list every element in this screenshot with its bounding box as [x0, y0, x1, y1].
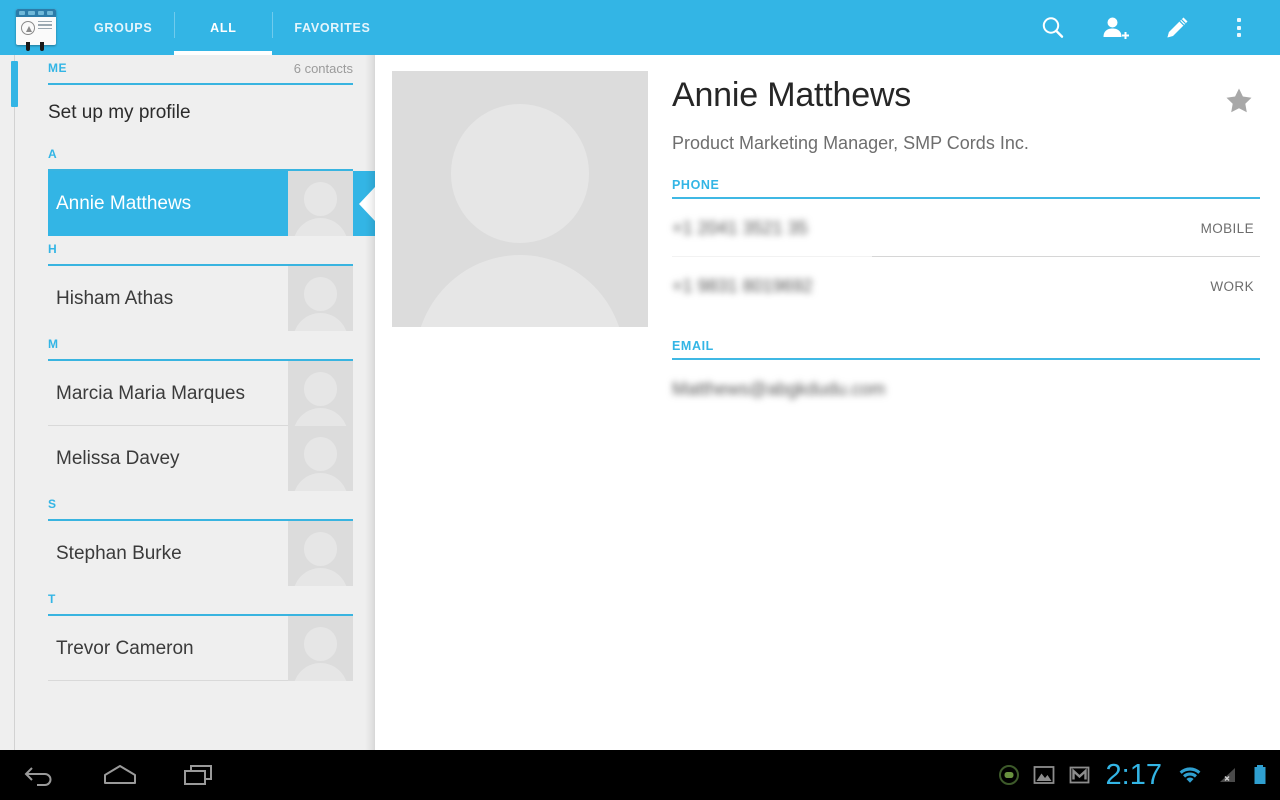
- tab-favorites-label: FAVORITES: [294, 20, 371, 35]
- phone-section-header: PHONE: [672, 178, 1260, 199]
- contact-avatar: [288, 361, 353, 426]
- section-header-a-label: A: [48, 147, 58, 161]
- section-header-a: A: [48, 141, 353, 171]
- edit-pencil-icon: [1167, 17, 1188, 37]
- system-navigation-bar: 2:17: [0, 750, 1280, 800]
- system-status-tray: 2:17: [998, 750, 1280, 800]
- contacts-app-screen: GROUPS ALL FAVORITES ME 6 contacts Set u…: [0, 0, 1280, 800]
- status-bar-clock: 2:17: [1105, 758, 1162, 791]
- home-button[interactable]: [80, 750, 160, 800]
- contact-row-marcia-maria-marques[interactable]: Marcia Maria Marques: [48, 361, 353, 426]
- contact-row-annie-matthews[interactable]: Annie Matthews: [48, 171, 375, 236]
- contact-avatar: [288, 266, 353, 331]
- action-bar: GROUPS ALL FAVORITES: [0, 0, 1280, 55]
- recent-apps-button[interactable]: [160, 750, 240, 800]
- section-header-m-label: M: [48, 337, 59, 351]
- phone-row-work[interactable]: +1 9831 8019692 WORK: [672, 257, 1260, 315]
- contacts-app-icon[interactable]: [12, 6, 60, 51]
- contact-row-trevor-cameron[interactable]: Trevor Cameron: [48, 616, 353, 681]
- section-header-h-label: H: [48, 242, 58, 256]
- phone-type-label: WORK: [1210, 278, 1254, 294]
- overflow-menu-icon: [1237, 18, 1241, 37]
- section-header-s-label: S: [48, 497, 57, 511]
- contact-detail-name: Annie Matthews: [672, 76, 912, 114]
- selected-pointer-icon: [353, 171, 375, 236]
- section-header-h: H: [48, 236, 353, 266]
- back-arrow-icon: [24, 767, 52, 786]
- star-icon: [1226, 88, 1252, 113]
- contact-list-pane: ME 6 contacts Set up my profile A Annie …: [0, 55, 375, 750]
- contact-row-melissa-davey[interactable]: Melissa Davey: [48, 426, 353, 491]
- set-up-my-profile-label: Set up my profile: [48, 102, 191, 123]
- contact-detail-pane: Annie Matthews Product Marketing Manager…: [375, 55, 1280, 750]
- tab-all-label: ALL: [210, 20, 237, 35]
- edit-contact-button[interactable]: [1146, 0, 1208, 55]
- contact-name: Hisham Athas: [56, 287, 174, 309]
- contact-avatar: [288, 426, 353, 491]
- wifi-status-icon: [1178, 765, 1202, 785]
- contact-name: Melissa Davey: [56, 447, 180, 469]
- contact-avatar: [288, 521, 353, 586]
- app-icon-card-topbar: [16, 8, 56, 17]
- contact-name: Stephan Burke: [56, 542, 182, 564]
- app-icon-textlines: [38, 20, 52, 32]
- android-logo-icon: [21, 20, 35, 35]
- contact-detail-content: Annie Matthews Product Marketing Manager…: [672, 55, 1260, 418]
- contact-list: ME 6 contacts Set up my profile A Annie …: [0, 55, 375, 681]
- contacts-count: 6 contacts: [293, 61, 353, 76]
- contact-name: Trevor Cameron: [56, 637, 194, 659]
- add-contact-icon: [1103, 17, 1129, 39]
- gmail-notification-icon[interactable]: [1069, 765, 1090, 785]
- tab-favorites[interactable]: FAVORITES: [272, 0, 392, 55]
- overflow-menu-button[interactable]: [1208, 0, 1270, 55]
- message-notification-icon[interactable]: [998, 765, 1019, 785]
- section-header-s: S: [48, 491, 353, 521]
- section-header-t: T: [48, 586, 353, 616]
- contact-detail-job-title: Product Marketing Manager, SMP Cords Inc…: [672, 133, 1029, 153]
- email-address-value: Matthews@abgkdudu.com: [672, 378, 886, 399]
- action-bar-actions: [1022, 0, 1280, 55]
- tab-all[interactable]: ALL: [174, 0, 273, 55]
- app-icon-legs: [26, 41, 48, 51]
- favorite-star-button[interactable]: [1220, 82, 1258, 120]
- contact-detail-avatar[interactable]: [392, 71, 648, 327]
- contact-name: Marcia Maria Marques: [56, 382, 245, 404]
- home-icon: [104, 765, 136, 784]
- section-header-m: M: [48, 331, 353, 361]
- email-row[interactable]: Matthews@abgkdudu.com: [672, 360, 1260, 418]
- recent-apps-icon: [184, 765, 212, 785]
- gallery-image-notification-icon[interactable]: [1033, 765, 1055, 785]
- tab-groups[interactable]: GROUPS: [72, 0, 174, 55]
- add-contact-button[interactable]: [1084, 0, 1146, 55]
- search-icon: [1042, 16, 1064, 38]
- phone-row-mobile[interactable]: +1 2041 3521 35 MOBILE: [672, 199, 1260, 257]
- contact-avatar: [288, 171, 353, 236]
- contact-row-hisham-athas[interactable]: Hisham Athas: [48, 266, 353, 331]
- tab-groups-label: GROUPS: [94, 20, 153, 35]
- section-header-me: ME 6 contacts: [48, 55, 353, 85]
- contact-avatar: [288, 616, 353, 681]
- contact-name: Annie Matthews: [56, 192, 192, 214]
- section-header-t-label: T: [48, 592, 56, 606]
- back-button[interactable]: [0, 750, 80, 800]
- battery-status-icon: [1252, 764, 1268, 786]
- set-up-my-profile-row[interactable]: Set up my profile: [48, 85, 375, 141]
- section-header-me-label: ME: [48, 61, 67, 75]
- phone-number-value: +1 9831 8019692: [672, 275, 813, 296]
- contact-row-stephan-burke[interactable]: Stephan Burke: [48, 521, 353, 586]
- phone-number-value: +1 2041 3521 35: [672, 217, 808, 238]
- no-sim-signal-icon: [1216, 765, 1238, 785]
- email-section-header: EMAIL: [672, 339, 1260, 360]
- search-button[interactable]: [1022, 0, 1084, 55]
- phone-type-label: MOBILE: [1200, 220, 1254, 236]
- tab-bar: GROUPS ALL FAVORITES: [72, 0, 393, 55]
